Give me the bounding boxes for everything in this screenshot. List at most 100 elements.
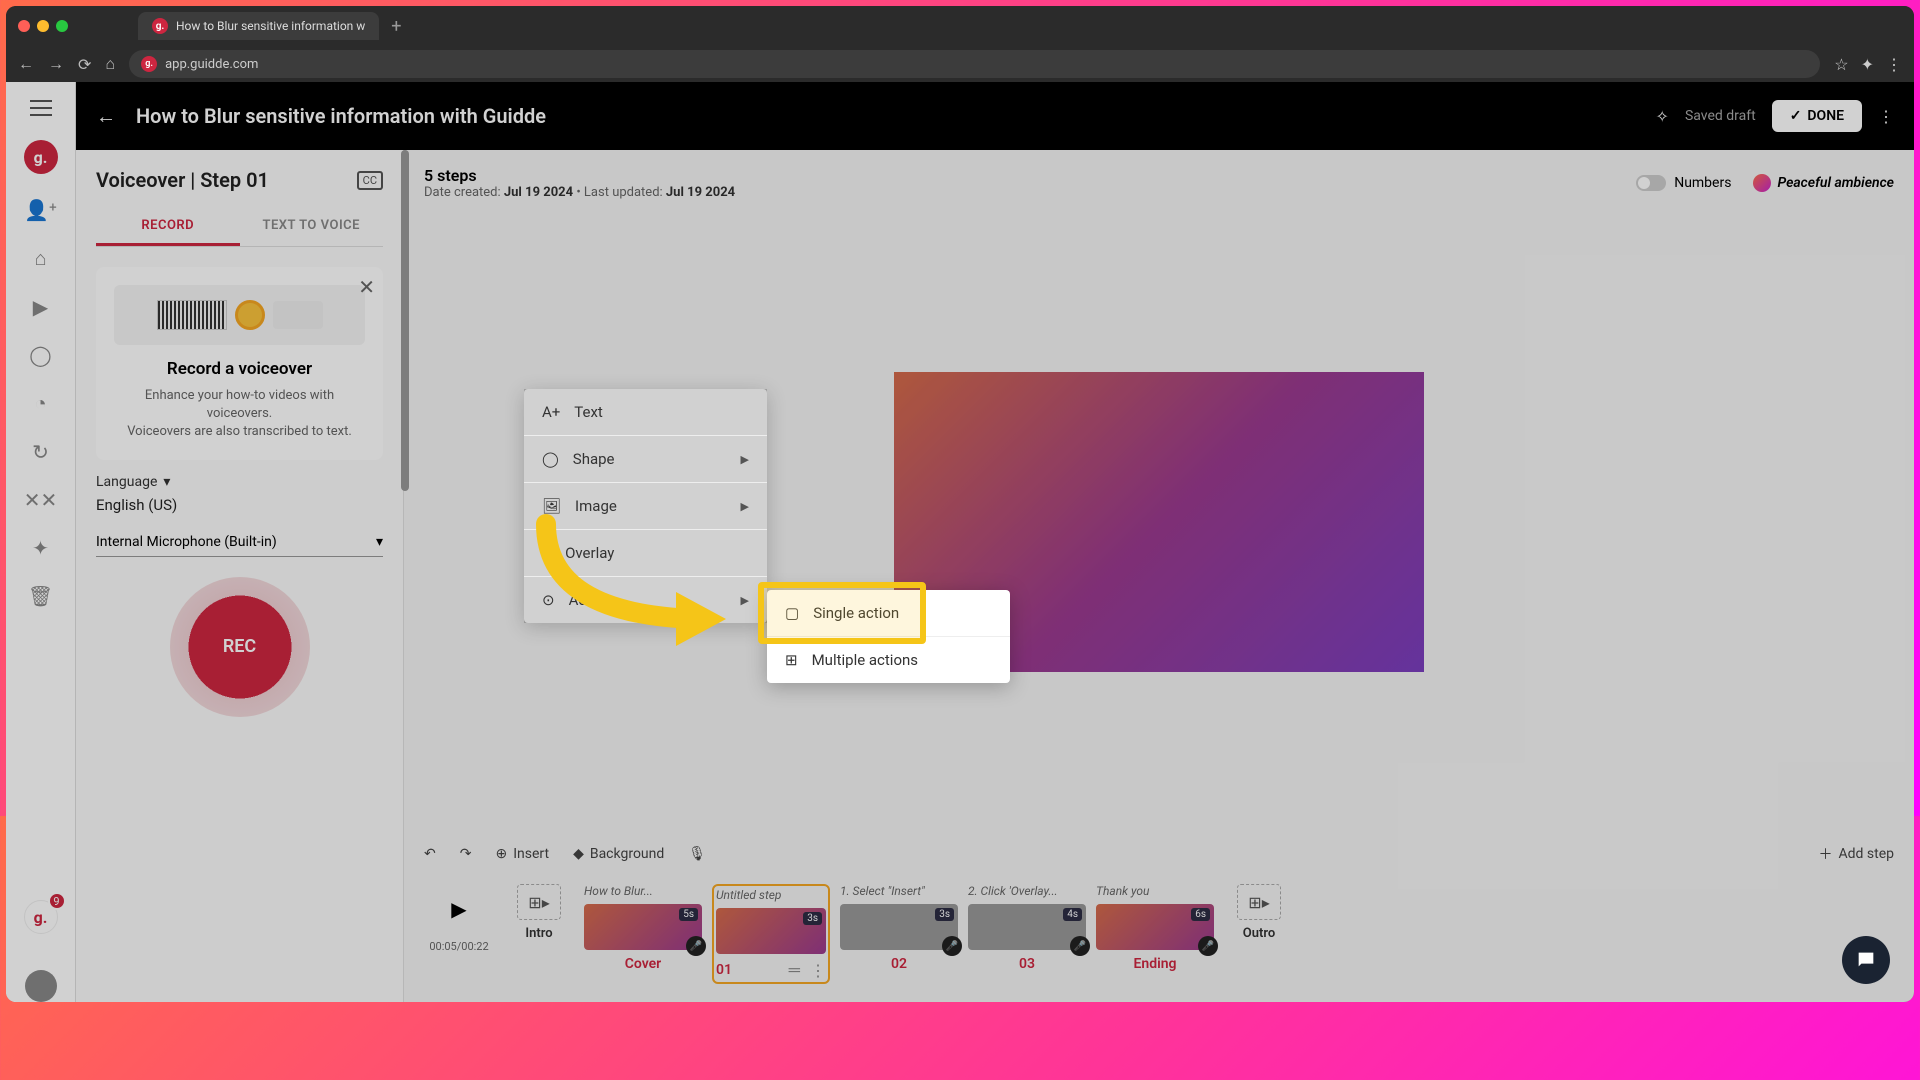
browser-tab[interactable]: g. How to Blur sensitive information w <box>138 12 379 40</box>
card-heading: Record a voiceover <box>114 359 365 379</box>
card-text-2: Voiceovers are also transcribed to text. <box>114 423 365 441</box>
action-submenu: ▢ Single action ⊞ Multiple actions <box>767 590 1010 683</box>
canvas-toolbar: ↶ ↷ ⊕ Insert ◆ Background 🎙 ＋ Add step <box>424 833 1894 874</box>
chevron-right-icon: ▶ <box>741 594 749 607</box>
action-icon: ⊙ <box>542 591 555 609</box>
timeline-step-03[interactable]: 2. Click 'Overlay... 4s🎤 03 <box>968 884 1086 972</box>
multiple-actions-icon: ⊞ <box>785 651 798 669</box>
url-text: app.guidde.com <box>165 57 258 72</box>
insights-icon[interactable]: ◯ <box>29 343 51 367</box>
site-favicon-icon: g. <box>141 56 157 72</box>
voiceover-illustration <box>114 285 365 345</box>
editor-top-bar: ← How to Blur sensitive information with… <box>76 82 1914 150</box>
browser-menu-icon[interactable]: ⋮ <box>1886 55 1902 74</box>
intro-label: Intro <box>525 926 552 941</box>
home-nav-icon[interactable]: ⌂ <box>34 246 46 271</box>
more-menu-icon[interactable]: ⋮ <box>1878 107 1894 126</box>
background-button[interactable]: ◆ Background <box>573 846 664 862</box>
guidde-favicon-icon: g. <box>152 18 168 34</box>
text-icon: A+ <box>542 403 560 421</box>
mic-icon: 🎤 <box>1198 936 1218 956</box>
numbers-toggle[interactable]: Numbers <box>1636 175 1731 191</box>
home-icon[interactable]: ⌂ <box>105 54 115 74</box>
captions-icon[interactable]: CC <box>357 171 383 190</box>
voiceover-tabs: RECORD TEXT TO VOICE <box>96 208 383 247</box>
outro-label: Outro <box>1243 926 1275 941</box>
menu-item-single-action[interactable]: ▢ Single action <box>767 590 1010 636</box>
play-button[interactable]: ▶ <box>434 884 484 934</box>
reload-icon[interactable]: ⟳ <box>78 55 91 74</box>
user-avatar[interactable] <box>25 970 57 1002</box>
single-action-icon: ▢ <box>785 604 799 622</box>
steps-meta: Date created: Jul 19 2024 • Last updated… <box>424 185 735 200</box>
chevron-down-icon: ▾ <box>163 474 170 490</box>
window-controls[interactable] <box>18 20 68 32</box>
menu-item-overlay[interactable]: ◐ Overlay <box>524 530 767 577</box>
editor-back-button[interactable]: ← <box>96 104 116 129</box>
record-button[interactable]: REC <box>170 577 310 717</box>
menu-item-text[interactable]: A+ Text <box>524 389 767 436</box>
timeline-step-02[interactable]: 1. Select "Insert" 3s🎤 02 <box>840 884 958 972</box>
check-icon: ✓ <box>1790 108 1802 124</box>
forward-icon[interactable]: → <box>48 54 64 74</box>
add-user-icon[interactable]: 👤⁺ <box>24 198 57 222</box>
trash-icon[interactable]: 🗑 <box>28 584 53 608</box>
microphone-select[interactable]: Internal Microphone (Built-in) ▾ <box>96 528 383 557</box>
integrations-icon[interactable]: ✦ <box>32 536 49 560</box>
add-step-button[interactable]: ＋ Add step <box>1819 844 1895 864</box>
chevron-down-icon: ▾ <box>376 534 383 550</box>
chevron-right-icon: ▶ <box>741 453 749 466</box>
menu-item-multiple-actions[interactable]: ⊞ Multiple actions <box>767 636 1010 683</box>
image-icon: 🖼 <box>542 497 561 515</box>
mic-icon: 🎤 <box>686 936 706 956</box>
add-outro-button[interactable]: ⊞▸ <box>1237 884 1281 920</box>
drag-icon[interactable]: ═ <box>789 960 800 980</box>
guide-title: How to Blur sensitive information with G… <box>136 104 546 128</box>
menu-icon[interactable] <box>30 100 52 116</box>
menu-item-action[interactable]: ⊙ Action ▶ <box>524 577 767 623</box>
tab-text-to-voice[interactable]: TEXT TO VOICE <box>240 208 384 246</box>
library-icon[interactable]: ▶ <box>33 295 48 319</box>
design-icon[interactable]: ✕✕ <box>24 488 58 512</box>
notifications-button[interactable]: g. 9 <box>24 900 58 934</box>
new-tab-button[interactable]: + <box>391 16 401 37</box>
card-text-1: Enhance your how-to videos with voiceove… <box>114 387 365 423</box>
timeline-step-cover[interactable]: How to Blur... 5s🎤 Cover <box>584 884 702 972</box>
url-input[interactable]: g. app.guidde.com <box>129 50 1820 78</box>
panel-scrollbar[interactable] <box>401 150 409 491</box>
record-card: ✕ Record a voiceover Enhance your how-to… <box>96 267 383 460</box>
analytics-icon[interactable]: ◔ <box>34 391 46 416</box>
insert-button[interactable]: ⊕ Insert <box>495 846 549 862</box>
timeline-step-01[interactable]: Untitled step 3s 01═⋮ <box>712 884 830 984</box>
add-intro-button[interactable]: ⊞▸ <box>517 884 561 920</box>
voiceover-tool-icon[interactable]: 🎙 <box>688 846 706 862</box>
back-icon[interactable]: ← <box>18 54 34 74</box>
panel-title: Voiceover | Step 01 <box>96 168 269 192</box>
tab-record[interactable]: RECORD <box>96 208 240 246</box>
toggle-switch[interactable] <box>1636 175 1666 191</box>
bookmark-icon[interactable]: ☆ <box>1834 55 1848 74</box>
timeline: ▶ 00:05/00:22 ⊞▸ Intro How to Blur... 5s… <box>424 874 1894 1002</box>
undo-button[interactable]: ↶ <box>424 846 436 862</box>
extensions-icon[interactable]: ✦ <box>1861 55 1874 74</box>
magic-icon[interactable]: ✧ <box>1656 107 1669 126</box>
overlay-icon: ◐ <box>542 544 551 562</box>
close-icon[interactable]: ✕ <box>358 275 375 299</box>
insert-menu: A+ Text ◯ Shape ▶ 🖼 Image ▶ ◐ Overlay ⊙ … <box>524 389 767 623</box>
menu-item-shape[interactable]: ◯ Shape ▶ <box>524 436 767 483</box>
activity-icon[interactable]: ↻ <box>32 440 49 464</box>
help-chat-button[interactable] <box>1842 936 1890 984</box>
mic-icon: 🎤 <box>1070 936 1090 956</box>
done-button[interactable]: ✓ DONE <box>1772 100 1862 132</box>
voiceover-panel: Voiceover | Step 01 CC RECORD TEXT TO VO… <box>76 150 404 1002</box>
language-label[interactable]: Language ▾ <box>96 474 383 490</box>
redo-button[interactable]: ↷ <box>460 846 472 862</box>
music-selector[interactable]: Peaceful ambience <box>1753 174 1894 192</box>
timeline-step-ending[interactable]: Thank you 6s🎤 Ending <box>1096 884 1214 972</box>
guidde-logo-icon[interactable]: g. <box>24 140 58 174</box>
browser-tab-bar: g. How to Blur sensitive information w + <box>6 6 1914 46</box>
step-menu-icon[interactable]: ⋮ <box>810 961 826 980</box>
language-value: English (US) <box>96 496 383 514</box>
steps-count: 5 steps <box>424 166 735 185</box>
menu-item-image[interactable]: 🖼 Image ▶ <box>524 483 767 530</box>
